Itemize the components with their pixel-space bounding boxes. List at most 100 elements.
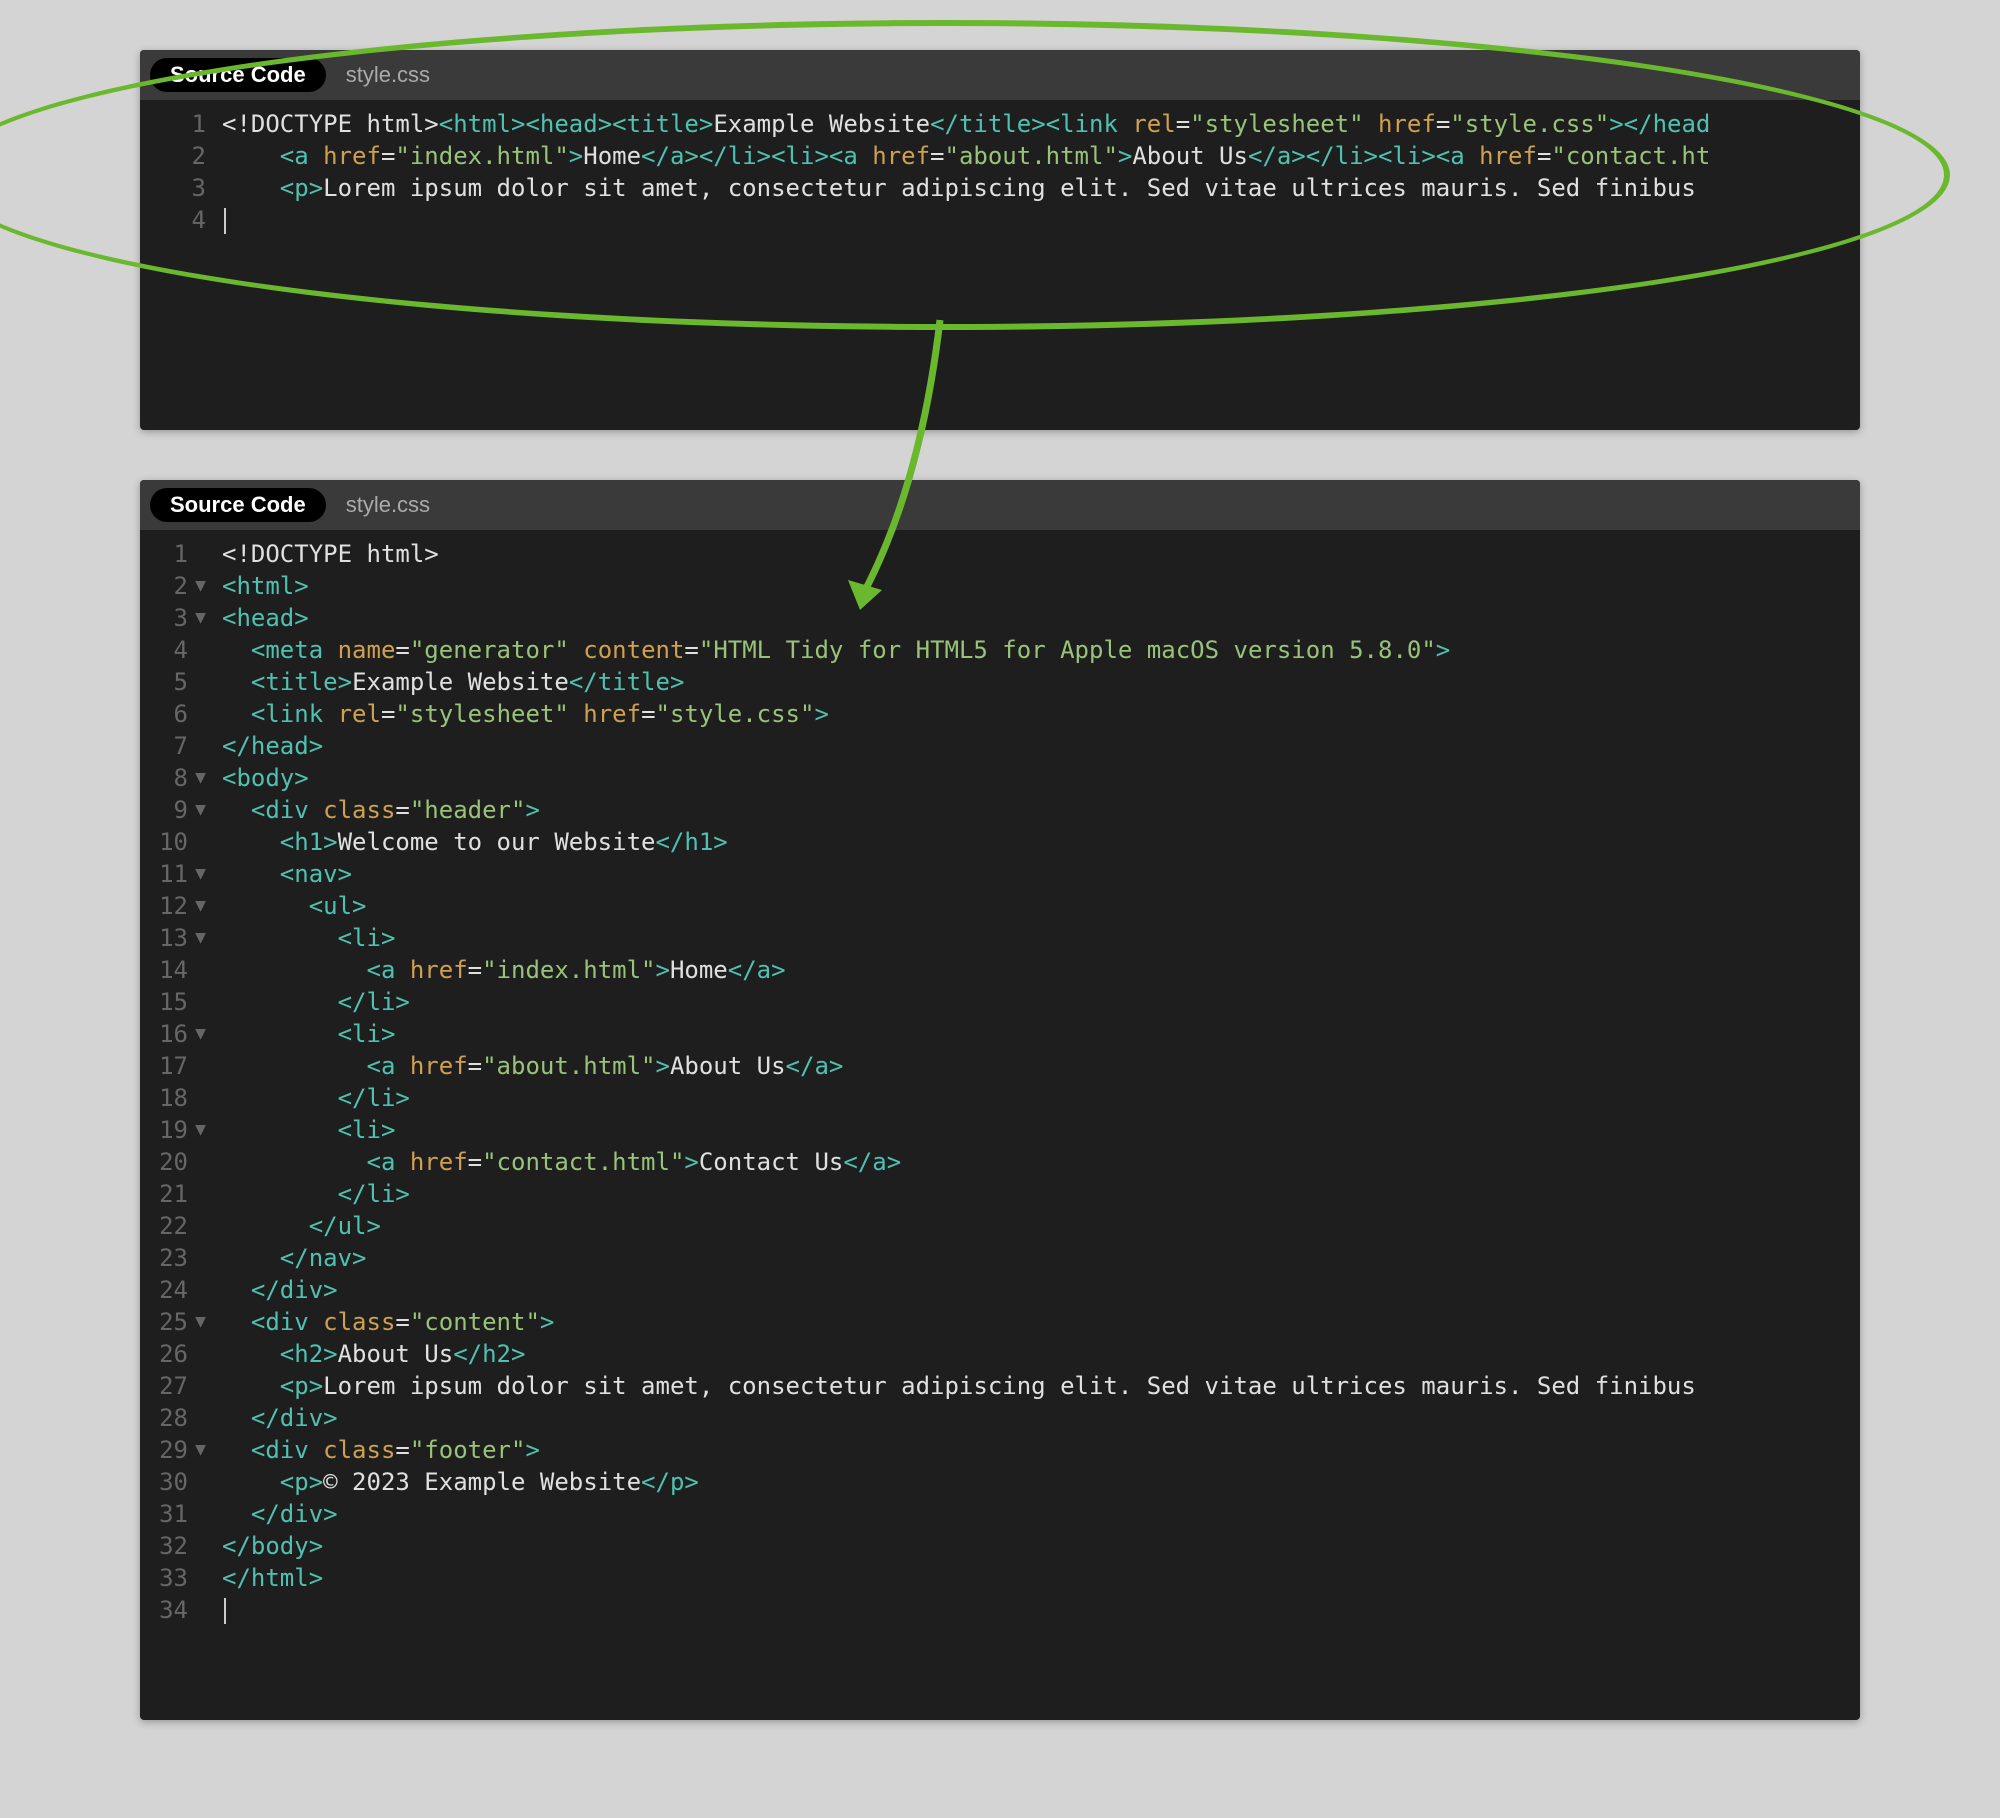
code-line[interactable]: <div class="content"> [222, 1306, 1860, 1338]
code-line[interactable]: <div class="footer"> [222, 1434, 1860, 1466]
code-line[interactable]: </div> [222, 1274, 1860, 1306]
code-line[interactable] [222, 1594, 1860, 1626]
line-number: 20 [140, 1146, 206, 1178]
code-line[interactable] [222, 204, 1860, 236]
code-line[interactable]: <a href="index.html">Home</a> [222, 954, 1860, 986]
line-number: 19▼ [140, 1114, 206, 1146]
fold-toggle-icon[interactable]: ▼ [192, 762, 206, 794]
code-line[interactable]: </li> [222, 1178, 1860, 1210]
code-line[interactable]: <div class="header"> [222, 794, 1860, 826]
code-line[interactable]: <head> [222, 602, 1860, 634]
line-number: 12▼ [140, 890, 206, 922]
code-line[interactable]: <body> [222, 762, 1860, 794]
code-line[interactable]: </head> [222, 730, 1860, 762]
gutter: 1234 [140, 108, 210, 236]
text-cursor [224, 208, 226, 234]
code-line[interactable]: </nav> [222, 1242, 1860, 1274]
line-number: 26 [140, 1338, 206, 1370]
code-line[interactable]: <html> [222, 570, 1860, 602]
fold-toggle-icon[interactable]: ▼ [192, 570, 206, 602]
code-line[interactable]: </body> [222, 1530, 1860, 1562]
text-cursor [224, 1598, 226, 1624]
editor-panel-after: Source Code style.css 12▼3▼45678▼9▼1011▼… [140, 480, 1860, 1720]
code-line[interactable]: <title>Example Website</title> [222, 666, 1860, 698]
tab-bar: Source Code style.css [140, 480, 1860, 530]
line-number: 33 [140, 1562, 206, 1594]
line-number: 30 [140, 1466, 206, 1498]
line-number: 2 [140, 140, 206, 172]
code-line[interactable]: <p>Lorem ipsum dolor sit amet, consectet… [222, 1370, 1860, 1402]
code-line[interactable]: <a href="contact.html">Contact Us</a> [222, 1146, 1860, 1178]
code-line[interactable]: <a href="index.html">Home</a></li><li><a… [222, 140, 1860, 172]
line-number: 13▼ [140, 922, 206, 954]
fold-toggle-icon[interactable]: ▼ [192, 1434, 206, 1466]
code-area-before[interactable]: 1234 <!DOCTYPE html><html><head><title>E… [140, 100, 1860, 236]
code-area-after[interactable]: 12▼3▼45678▼9▼1011▼12▼13▼141516▼171819▼20… [140, 530, 1860, 1626]
line-number: 22 [140, 1210, 206, 1242]
line-number: 21 [140, 1178, 206, 1210]
code-lines[interactable]: <!DOCTYPE html><html><head><title>Exampl… [210, 108, 1860, 236]
code-lines[interactable]: <!DOCTYPE html><html><head> <meta name="… [210, 538, 1860, 1626]
fold-toggle-icon[interactable]: ▼ [192, 1018, 206, 1050]
line-number: 10 [140, 826, 206, 858]
line-number: 6 [140, 698, 206, 730]
code-line[interactable]: <!DOCTYPE html><html><head><title>Exampl… [222, 108, 1860, 140]
line-number: 2▼ [140, 570, 206, 602]
fold-toggle-icon[interactable]: ▼ [192, 602, 206, 634]
line-number: 11▼ [140, 858, 206, 890]
line-number: 1 [140, 538, 206, 570]
tab-source-code[interactable]: Source Code [150, 488, 326, 522]
line-number: 23 [140, 1242, 206, 1274]
line-number: 27 [140, 1370, 206, 1402]
fold-toggle-icon[interactable]: ▼ [192, 794, 206, 826]
line-number: 3▼ [140, 602, 206, 634]
line-number: 31 [140, 1498, 206, 1530]
tab-style-css[interactable]: style.css [326, 58, 450, 92]
line-number: 1 [140, 108, 206, 140]
code-line[interactable]: <p>Lorem ipsum dolor sit amet, consectet… [222, 172, 1860, 204]
code-line[interactable]: <ul> [222, 890, 1860, 922]
line-number: 32 [140, 1530, 206, 1562]
code-line[interactable]: <meta name="generator" content="HTML Tid… [222, 634, 1860, 666]
code-line[interactable]: <h1>Welcome to our Website</h1> [222, 826, 1860, 858]
code-line[interactable]: </li> [222, 986, 1860, 1018]
line-number: 4 [140, 634, 206, 666]
editor-panel-before: Source Code style.css 1234 <!DOCTYPE htm… [140, 50, 1860, 430]
code-line[interactable]: <nav> [222, 858, 1860, 890]
code-line[interactable]: <li> [222, 1114, 1860, 1146]
code-line[interactable]: <h2>About Us</h2> [222, 1338, 1860, 1370]
tab-source-code[interactable]: Source Code [150, 58, 326, 92]
fold-toggle-icon[interactable]: ▼ [192, 1306, 206, 1338]
line-number: 18 [140, 1082, 206, 1114]
fold-toggle-icon[interactable]: ▼ [192, 1114, 206, 1146]
fold-toggle-icon[interactable]: ▼ [192, 858, 206, 890]
code-line[interactable]: <li> [222, 922, 1860, 954]
line-number: 3 [140, 172, 206, 204]
line-number: 14 [140, 954, 206, 986]
line-number: 16▼ [140, 1018, 206, 1050]
line-number: 24 [140, 1274, 206, 1306]
code-line[interactable]: </div> [222, 1402, 1860, 1434]
line-number: 17 [140, 1050, 206, 1082]
line-number: 29▼ [140, 1434, 206, 1466]
line-number: 5 [140, 666, 206, 698]
gutter: 12▼3▼45678▼9▼1011▼12▼13▼141516▼171819▼20… [140, 538, 210, 1626]
code-line[interactable]: </ul> [222, 1210, 1860, 1242]
tab-style-css[interactable]: style.css [326, 488, 450, 522]
code-line[interactable]: <a href="about.html">About Us</a> [222, 1050, 1860, 1082]
code-line[interactable]: </html> [222, 1562, 1860, 1594]
code-line[interactable]: <link rel="stylesheet" href="style.css"> [222, 698, 1860, 730]
fold-toggle-icon[interactable]: ▼ [192, 890, 206, 922]
fold-toggle-icon[interactable]: ▼ [192, 922, 206, 954]
line-number: 15 [140, 986, 206, 1018]
code-line[interactable]: <li> [222, 1018, 1860, 1050]
line-number: 4 [140, 204, 206, 236]
line-number: 25▼ [140, 1306, 206, 1338]
code-line[interactable]: </li> [222, 1082, 1860, 1114]
code-line[interactable]: <!DOCTYPE html> [222, 538, 1860, 570]
code-line[interactable]: </div> [222, 1498, 1860, 1530]
code-line[interactable]: <p>© 2023 Example Website</p> [222, 1466, 1860, 1498]
line-number: 7 [140, 730, 206, 762]
line-number: 34 [140, 1594, 206, 1626]
line-number: 8▼ [140, 762, 206, 794]
